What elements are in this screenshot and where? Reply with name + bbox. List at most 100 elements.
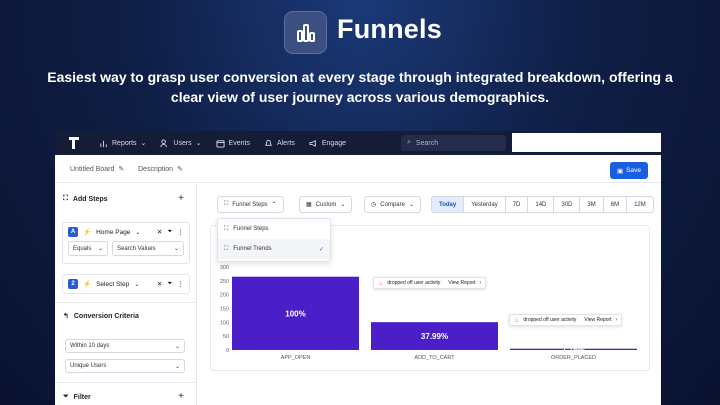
nav-alerts[interactable]: Alerts (264, 139, 295, 148)
step-event[interactable]: Select Step (96, 281, 129, 288)
nav-blank-area (512, 133, 661, 152)
chevron-up-icon: ⌃ (271, 202, 277, 208)
value-select[interactable]: Search Values ⌄ (112, 241, 184, 256)
y-tick-label: 100 (220, 320, 229, 326)
top-nav: Reports ⌄ Users ⌄ Events Alerts Engage ⌕ S… (55, 131, 661, 155)
hero-title: Funnels (337, 14, 442, 44)
event-icon: ⚡ (83, 229, 92, 236)
range-7d[interactable]: 7D (506, 197, 529, 212)
more-icon[interactable]: ⋮ (178, 280, 185, 288)
y-tick-label: 200 (220, 293, 229, 299)
board-description[interactable]: Description ✎ (138, 165, 183, 174)
pencil-icon: ✎ (177, 166, 183, 173)
users-icon (160, 138, 168, 147)
period-select[interactable]: ▦ Custom ⌄ (299, 196, 353, 213)
view-select[interactable]: ⛶ Funnel Steps ⌃ (217, 196, 284, 213)
range-3m[interactable]: 3M (580, 197, 604, 212)
divider (55, 382, 197, 383)
chevron-down-icon: ⌄ (173, 246, 179, 252)
flame-icon: ♨ (378, 280, 384, 287)
add-filter-button[interactable]: + (178, 391, 184, 402)
range-12m[interactable]: 12M (627, 197, 653, 212)
option-funnel-steps[interactable]: ⛶ Funnel Steps (218, 219, 330, 239)
x-tick-label: ORDER_PLACED (551, 355, 596, 361)
dropoff-tooltip: ♨ dropped off user activity View Report › (373, 277, 487, 289)
board-bar: Untitled Board ✎ Description ✎ ▣ Save (55, 155, 661, 183)
step-card-a: A ⚡ Home Page ⌄ ✕ ⏷ ⋮ Equals ⌄ Search Val… (62, 222, 190, 264)
chevron-down-icon[interactable]: ⌄ (134, 281, 139, 288)
funnel-steps-icon: ⛶ (224, 225, 229, 232)
funnel-steps-icon: ⛶ (224, 201, 229, 207)
range-30d[interactable]: 30D (554, 197, 581, 212)
clock-icon: ◷ (371, 202, 377, 208)
close-icon[interactable]: ✕ (157, 280, 162, 288)
chevron-down-icon: ⌄ (408, 202, 414, 208)
view-report-link[interactable]: View Report (584, 317, 611, 323)
nav-engage[interactable]: Engage (309, 139, 346, 148)
search-icon: ⌕ (407, 139, 411, 146)
step-card-2: 2 ⚡ Select Step ⌄ ✕ ⏷ ⋮ (62, 274, 190, 294)
search-input[interactable]: ⌕ Search (401, 135, 506, 151)
app-window: Reports ⌄ Users ⌄ Events Alerts Engage ⌕ S… (55, 131, 661, 405)
add-step-button[interactable]: + (178, 193, 184, 204)
range-6m[interactable]: 6M (604, 197, 628, 212)
nav-reports[interactable]: Reports ⌄ (99, 139, 146, 148)
y-tick-label: 50 (223, 334, 229, 340)
funnels-logo-icon (284, 11, 327, 54)
option-funnel-trends[interactable]: ⛶ Funnel Trends ✓ (218, 239, 330, 259)
trend-icon: ⛶ (224, 245, 229, 252)
step-event[interactable]: Home Page (96, 229, 130, 236)
date-range-tabs: Today Yesterday 7D 14D 30D 3M 6M 12M (431, 196, 654, 213)
bar-value-label: 1.75% (562, 345, 585, 354)
board-name[interactable]: Untitled Board ✎ (70, 165, 125, 174)
bell-icon (265, 139, 272, 146)
y-tick-label: 0 (226, 348, 229, 354)
close-icon[interactable]: ✕ (157, 228, 162, 236)
range-yesterday[interactable]: Yesterday (464, 197, 506, 212)
pencil-icon: ✎ (118, 166, 125, 173)
y-tick-label: 250 (220, 279, 229, 285)
operator-select[interactable]: Equals ⌄ (68, 241, 108, 256)
chevron-down-icon[interactable]: ⌄ (135, 229, 140, 236)
app-logo-icon (69, 137, 79, 149)
chevron-down-icon: ⌄ (97, 246, 103, 252)
return-arrow-icon: ↰ (63, 313, 69, 320)
range-14d[interactable]: 14D (528, 197, 555, 212)
y-tick-label: 300 (220, 265, 229, 271)
range-today[interactable]: Today (432, 197, 465, 212)
bar-chart-icon (100, 140, 107, 147)
chevron-down-icon: ⌄ (174, 363, 180, 370)
event-icon: ⚡ (83, 281, 92, 288)
chevron-down-icon: ⌄ (140, 140, 147, 147)
filter-icon[interactable]: ⏷ (167, 228, 172, 236)
chevron-down-icon: ⌄ (174, 343, 180, 350)
sidebar: ⛶ Add Steps + A ⚡ Home Page ⌄ ✕ ⏷ ⋮ Equal… (55, 184, 197, 405)
funnel-steps-icon: ⛶ (63, 195, 68, 202)
nav-users[interactable]: Users ⌄ (160, 138, 202, 148)
dropoff-tooltip: ♨ dropped off user activity View Report › (509, 314, 623, 326)
save-button[interactable]: ▣ Save (610, 162, 648, 179)
x-tick-label: ADD_TO_CART (414, 355, 455, 361)
check-icon: ✓ (318, 246, 324, 253)
view-dropdown-menu: ⛶ Funnel Steps ⛶ Funnel Trends ✓ (217, 218, 331, 262)
bar-value-label: 100% (285, 309, 305, 318)
flame-icon: ♨ (514, 317, 520, 324)
filter-icon[interactable]: ⏷ (167, 280, 172, 288)
window-select[interactable]: Within 10 days ⌄ (65, 339, 185, 353)
step-badge: 2 (68, 279, 78, 289)
calendar-icon: ▦ (306, 202, 312, 208)
filter-icon: ⏷ (63, 393, 69, 400)
view-report-link[interactable]: View Report (448, 280, 475, 286)
hero-subtitle: Easiest way to grasp user conversion at … (47, 69, 673, 105)
chevron-right-icon: › (479, 280, 482, 286)
divider (55, 302, 197, 303)
megaphone-icon (309, 139, 316, 147)
nav-events[interactable]: Events (215, 139, 250, 148)
more-icon[interactable]: ⋮ (178, 228, 185, 236)
filter-heading: ⏷ Filter (63, 393, 91, 401)
conversion-criteria-heading: ↰ Conversion Criteria (63, 312, 139, 321)
compare-select[interactable]: ◷ Compare ⌄ (364, 196, 421, 213)
counting-select[interactable]: Unique Users ⌄ (65, 359, 185, 373)
add-steps-heading: ⛶ Add Steps (63, 195, 108, 203)
chevron-down-icon: ⌄ (340, 202, 346, 208)
